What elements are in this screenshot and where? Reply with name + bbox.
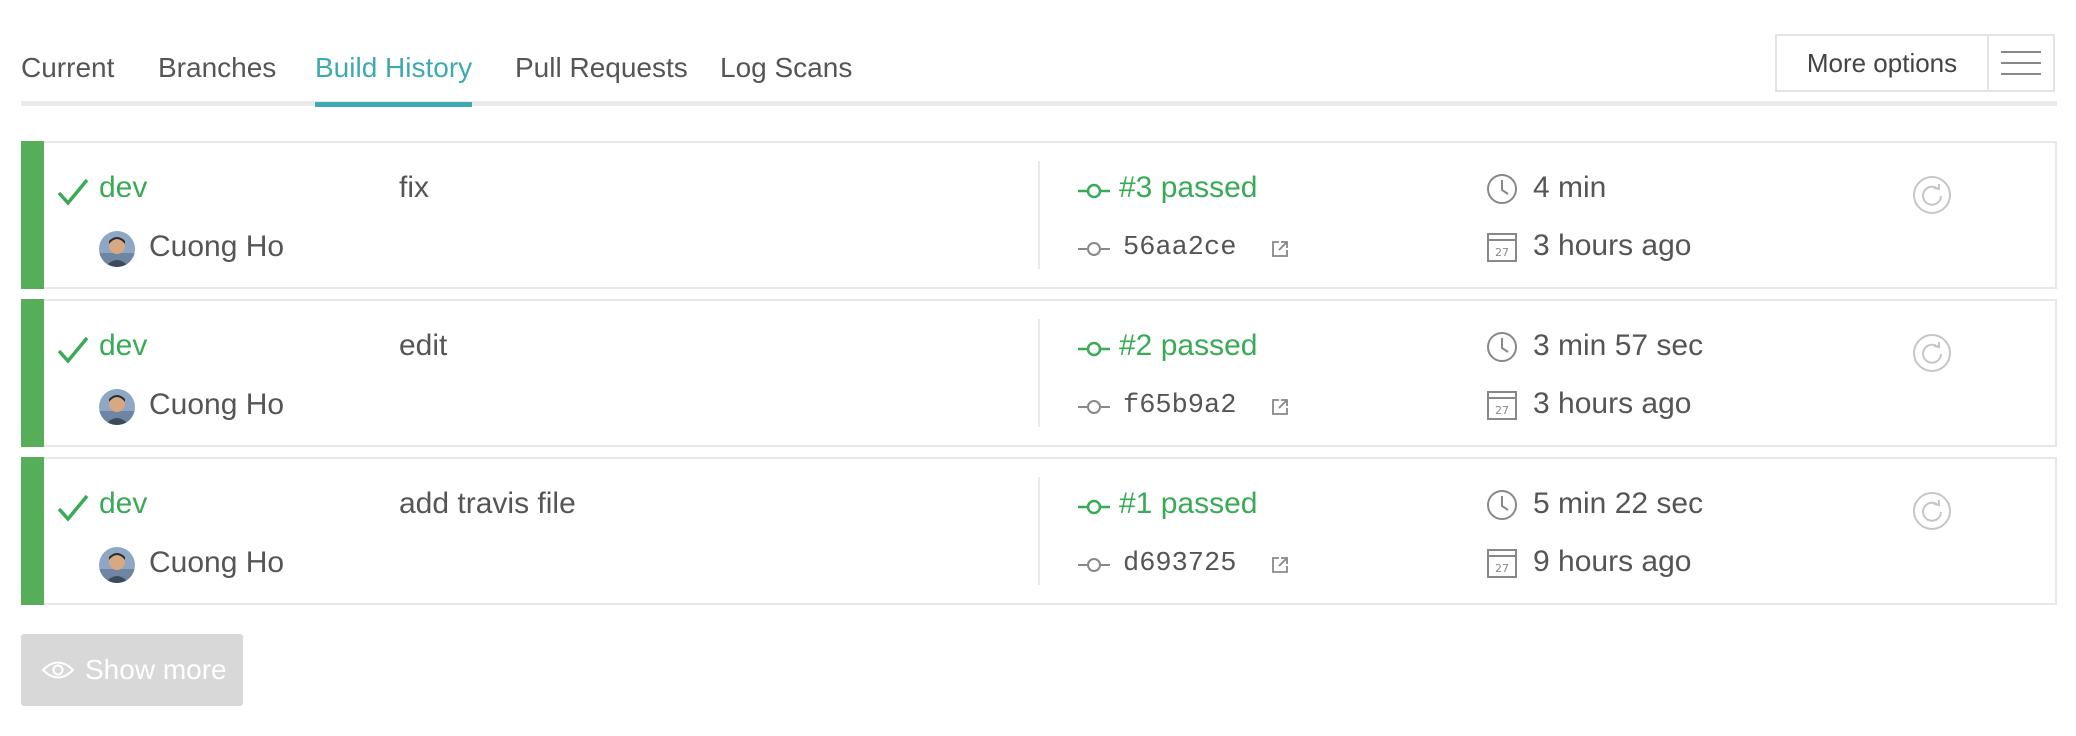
finished-time: 3 hours ago (1533, 387, 1692, 420)
build-duration: 4 min (1533, 171, 1607, 204)
external-link-icon[interactable] (1270, 239, 1290, 259)
build-status-stripe (21, 141, 44, 289)
hamburger-menu-button[interactable] (1987, 36, 2053, 90)
build-row[interactable]: dev Cuong Ho add travis file #1 passed d… (21, 457, 2057, 605)
restart-build-icon[interactable] (1912, 175, 1952, 215)
build-status-link[interactable]: #2 passed (1119, 329, 1257, 363)
commit-message[interactable]: fix (399, 171, 429, 205)
build-status-link[interactable]: #3 passed (1119, 171, 1257, 205)
row-divider (1038, 477, 1040, 585)
clock-icon (1487, 490, 1517, 520)
author-avatar (99, 547, 135, 583)
tab-bar: Current Branches Build History Pull Requ… (21, 0, 2057, 107)
calendar-day: 27 (1495, 246, 1509, 259)
calendar-icon: 27 (1487, 233, 1517, 262)
branch-name[interactable]: dev (99, 487, 147, 521)
commit-icon (1078, 242, 1110, 256)
calendar-day: 27 (1495, 404, 1509, 417)
external-link-icon[interactable] (1270, 397, 1290, 417)
build-status-link[interactable]: #1 passed (1119, 487, 1257, 521)
author-name: Cuong Ho (149, 230, 285, 263)
passed-check-icon (57, 494, 89, 522)
passed-check-icon (57, 178, 89, 206)
finished-time: 3 hours ago (1533, 229, 1692, 262)
tab-build-history[interactable]: Build History (315, 52, 473, 107)
more-options-dropdown[interactable]: More options (1775, 34, 2055, 92)
tab-current[interactable]: Current (21, 52, 114, 84)
build-commit-icon (1078, 183, 1110, 199)
calendar-day: 27 (1495, 562, 1509, 575)
restart-build-icon[interactable] (1912, 491, 1952, 531)
build-commit-icon (1078, 499, 1110, 515)
commit-sha-link[interactable]: f65b9a2 (1123, 391, 1236, 421)
build-duration: 5 min 22 sec (1533, 487, 1704, 520)
build-row[interactable]: dev Cuong Ho fix #3 passed 56aa2ce 4 min… (21, 141, 2057, 289)
tab-branches[interactable]: Branches (158, 52, 276, 84)
row-divider (1038, 161, 1040, 269)
passed-check-icon (57, 336, 89, 364)
restart-build-icon[interactable] (1912, 333, 1952, 373)
author-avatar (99, 231, 135, 267)
build-status-stripe (21, 457, 44, 605)
finished-time: 9 hours ago (1533, 545, 1692, 578)
build-duration: 3 min 57 sec (1533, 329, 1704, 362)
more-options-button[interactable]: More options (1777, 36, 1987, 90)
build-status-stripe (21, 299, 44, 447)
hamburger-icon (2001, 51, 2041, 75)
commit-icon (1078, 400, 1110, 414)
author-name: Cuong Ho (149, 388, 285, 421)
author-name: Cuong Ho (149, 546, 285, 579)
calendar-icon: 27 (1487, 391, 1517, 420)
commit-message[interactable]: add travis file (399, 487, 576, 521)
tab-pull-requests[interactable]: Pull Requests (515, 52, 688, 84)
row-divider (1038, 319, 1040, 427)
build-commit-icon (1078, 341, 1110, 357)
calendar-icon: 27 (1487, 549, 1517, 578)
clock-icon (1487, 332, 1517, 362)
show-more-label: Show more (85, 654, 227, 685)
external-link-icon[interactable] (1270, 555, 1290, 575)
show-more-button[interactable]: Show more (21, 634, 243, 706)
commit-message[interactable]: edit (399, 329, 447, 363)
clock-icon (1487, 174, 1517, 204)
author-avatar (99, 389, 135, 425)
branch-name[interactable]: dev (99, 329, 147, 363)
commit-sha-link[interactable]: 56aa2ce (1123, 233, 1236, 263)
commit-icon (1078, 558, 1110, 572)
eye-icon (41, 661, 75, 679)
build-row[interactable]: dev Cuong Ho edit #2 passed f65b9a2 3 mi… (21, 299, 2057, 447)
commit-sha-link[interactable]: d693725 (1123, 549, 1236, 579)
branch-name[interactable]: dev (99, 171, 147, 205)
tab-log-scans[interactable]: Log Scans (720, 52, 852, 84)
